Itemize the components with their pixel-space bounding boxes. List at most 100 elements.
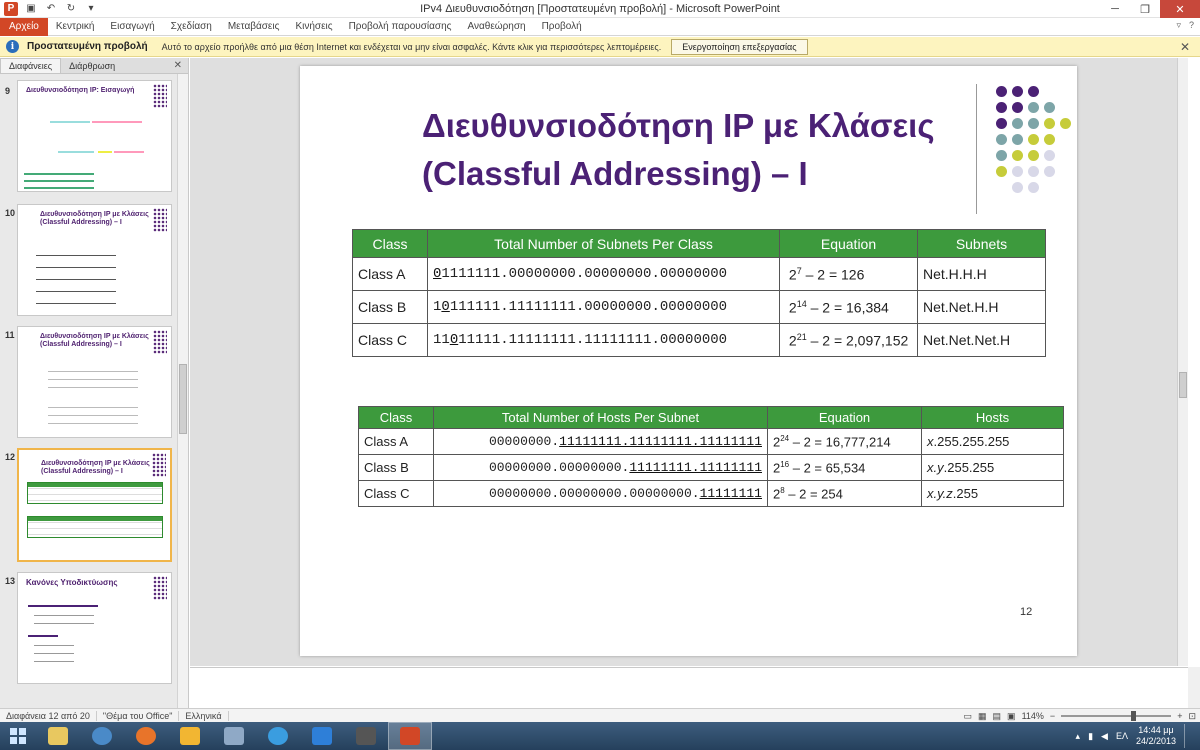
result-cell: Net.Net.H.H <box>917 290 1046 324</box>
equation-cell: 224 – 2 = 16,777,214 <box>767 428 922 455</box>
tab-design[interactable]: Σχεδίαση <box>163 18 220 36</box>
help-icon[interactable]: ? <box>1189 20 1194 31</box>
slide-canvas[interactable]: Διευθυνσιοδότηση IP με Κλάσεις (Classful… <box>300 66 1077 656</box>
tab-slideshow[interactable]: Προβολή παρουσίασης <box>341 18 460 36</box>
slide-thumbnail-12[interactable]: Διευθυνσιοδότηση IP με Κλάσεις (Classful… <box>17 448 172 562</box>
ribbon-tabs: Αρχείο Κεντρική Εισαγωγή Σχεδίαση Μεταβά… <box>0 17 1200 36</box>
zoom-out-icon[interactable]: − <box>1050 711 1055 721</box>
tab-home[interactable]: Κεντρική <box>48 18 103 36</box>
mini-table <box>27 516 163 538</box>
slide-thumbnail-11[interactable]: Διευθυνσιοδότηση IP με Κλάσεις (Classful… <box>17 326 172 438</box>
pane-scrollbar[interactable] <box>177 74 188 708</box>
slideshow-view-icon[interactable]: ▣ <box>1007 711 1016 722</box>
tab-review[interactable]: Αναθεώρηση <box>459 18 533 36</box>
thumb-title: Διευθυνσιοδότηση IP με Κλάσεις (Classful… <box>40 211 149 226</box>
tab-transitions[interactable]: Μεταβάσεις <box>220 18 288 36</box>
save-icon[interactable]: ▣ <box>24 2 38 16</box>
expand-ribbon-icon[interactable]: ▿ <box>1176 20 1181 31</box>
protected-view-title: Προστατευμένη προβολή <box>27 41 148 52</box>
scroll-thumb[interactable] <box>1179 372 1187 398</box>
protected-view-message[interactable]: Αυτό το αρχείο προήλθε από μια θέση Inte… <box>162 42 662 52</box>
title-bar: P ▣ ↶ ↻ ▾ IPv4 Διευθυνσιοδότηση [Προστατ… <box>0 0 1200 18</box>
zoom-level[interactable]: 114% <box>1022 711 1044 721</box>
normal-view-icon[interactable]: ▭ <box>964 711 973 722</box>
equation-cell: 28 – 2 = 254 <box>767 480 922 507</box>
clock[interactable]: 14:44 μμ 24/2/2013 <box>1136 725 1176 747</box>
fit-slide-icon[interactable]: ⊡ <box>1188 711 1196 722</box>
close-bar-icon[interactable]: ✕ <box>1180 40 1190 54</box>
notes-scrollbar[interactable] <box>1188 667 1200 708</box>
calculator-icon[interactable] <box>212 722 256 750</box>
language-status[interactable]: Ελληνικά <box>179 710 229 721</box>
col-header: Subnets <box>917 229 1046 258</box>
binary-cell: 00000000.00000000.00000000.11111111 <box>433 480 768 507</box>
slides-pane: Διαφάνειες Διάρθρωση ✕ 9 Διευθυνσιοδότησ… <box>0 58 189 708</box>
window-title: IPv4 Διευθυνσιοδότηση [Προστατευμένη προ… <box>420 3 780 15</box>
customize-qat-icon[interactable]: ▾ <box>84 2 98 16</box>
slide-thumbnail-13[interactable]: Κανόνες Υποδικτύωσης <box>17 572 172 684</box>
internet-explorer-icon[interactable] <box>256 722 300 750</box>
decor-dots-icon <box>153 330 167 354</box>
restore-button[interactable]: ❐ <box>1130 0 1160 18</box>
tab-animations[interactable]: Κινήσεις <box>287 18 340 36</box>
result-cell: Net.Net.Net.H <box>917 323 1046 357</box>
sorter-view-icon[interactable]: ▦ <box>978 711 987 722</box>
zoom-slider[interactable] <box>1061 711 1172 721</box>
media-player-icon[interactable] <box>344 722 388 750</box>
class-cell: Class A <box>358 428 434 455</box>
col-header: Total Number of Subnets Per Class <box>427 229 780 258</box>
editor-scrollbar[interactable] <box>1177 58 1188 666</box>
thumb-title: Διευθυνσιοδότηση IP: Εισαγωγή <box>26 87 135 94</box>
hosts-table[interactable]: Class Total Number of Hosts Per Subnet E… <box>358 406 1064 507</box>
tab-slides[interactable]: Διαφάνειες <box>0 58 62 73</box>
notes-pane[interactable] <box>190 667 1188 708</box>
table-row: Class C 11011111.11111111.11111111.00000… <box>352 323 1046 357</box>
slide-title-line2: (Classful Addressing) – I <box>422 155 808 192</box>
hosts-cell: x.y.255.255 <box>921 454 1064 481</box>
decor-dots-icon <box>152 453 166 477</box>
decor-dots-icon <box>153 84 167 108</box>
messenger-icon[interactable] <box>80 722 124 750</box>
minimize-button[interactable]: ─ <box>1100 0 1130 18</box>
powerpoint-taskbar-icon[interactable] <box>388 722 432 750</box>
redo-icon[interactable]: ↻ <box>64 2 78 16</box>
slide-title-line1: Διευθυνσιοδότηση IP με Κλάσεις <box>422 107 935 144</box>
subnets-table[interactable]: Class Total Number of Subnets Per Class … <box>352 229 1046 357</box>
slide-thumbnail-9[interactable]: Διευθυνσιοδότηση IP: Εισαγωγή <box>17 80 172 192</box>
explorer-icon[interactable] <box>36 722 80 750</box>
class-cell: Class C <box>352 323 428 357</box>
class-cell: Class C <box>358 480 434 507</box>
col-header: Class <box>358 406 434 429</box>
tray-arrow-icon[interactable]: ▴ <box>1076 731 1081 742</box>
class-cell: Class A <box>352 257 428 291</box>
equation-cell: 216 – 2 = 65,534 <box>767 454 922 481</box>
col-header: Total Number of Hosts Per Subnet <box>433 406 768 429</box>
tab-outline[interactable]: Διάρθρωση <box>61 59 123 73</box>
reading-view-icon[interactable]: ▤ <box>993 711 1002 722</box>
volume-icon[interactable]: ◀ <box>1101 731 1108 742</box>
binary-cell: 01111111.00000000.00000000.00000000 <box>427 257 780 291</box>
binary-cell: 10111111.11111111.00000000.00000000 <box>427 290 780 324</box>
scroll-thumb[interactable] <box>179 364 187 434</box>
network-icon[interactable]: ▮ <box>1088 731 1093 742</box>
tab-view[interactable]: Προβολή <box>534 18 590 36</box>
close-button[interactable]: ✕ <box>1160 0 1200 18</box>
theme-name[interactable]: "Θέμα του Office" <box>97 710 180 721</box>
enable-editing-button[interactable]: Ενεργοποίηση επεξεργασίας <box>671 38 808 55</box>
tab-file[interactable]: Αρχείο <box>0 17 48 36</box>
tab-insert[interactable]: Εισαγωγή <box>102 18 162 36</box>
slide-number: 12 <box>1020 606 1033 618</box>
paint-icon[interactable] <box>168 722 212 750</box>
slide-thumbnail-10[interactable]: Διευθυνσιοδότηση IP με Κλάσεις (Classful… <box>17 204 172 316</box>
start-button[interactable] <box>0 722 36 750</box>
decor-dots-icon <box>153 208 167 232</box>
zoom-in-icon[interactable]: + <box>1177 711 1182 721</box>
firefox-icon[interactable] <box>124 722 168 750</box>
close-pane-icon[interactable]: ✕ <box>174 60 182 71</box>
powerpoint-logo-icon[interactable]: P <box>4 1 18 16</box>
show-desktop-button[interactable] <box>1184 724 1192 748</box>
slide-title[interactable]: Διευθυνσιοδότηση IP με Κλάσεις (Classful… <box>422 102 1002 198</box>
input-language[interactable]: ΕΛ <box>1116 731 1128 741</box>
dropbox-icon[interactable] <box>300 722 344 750</box>
undo-icon[interactable]: ↶ <box>44 2 58 16</box>
